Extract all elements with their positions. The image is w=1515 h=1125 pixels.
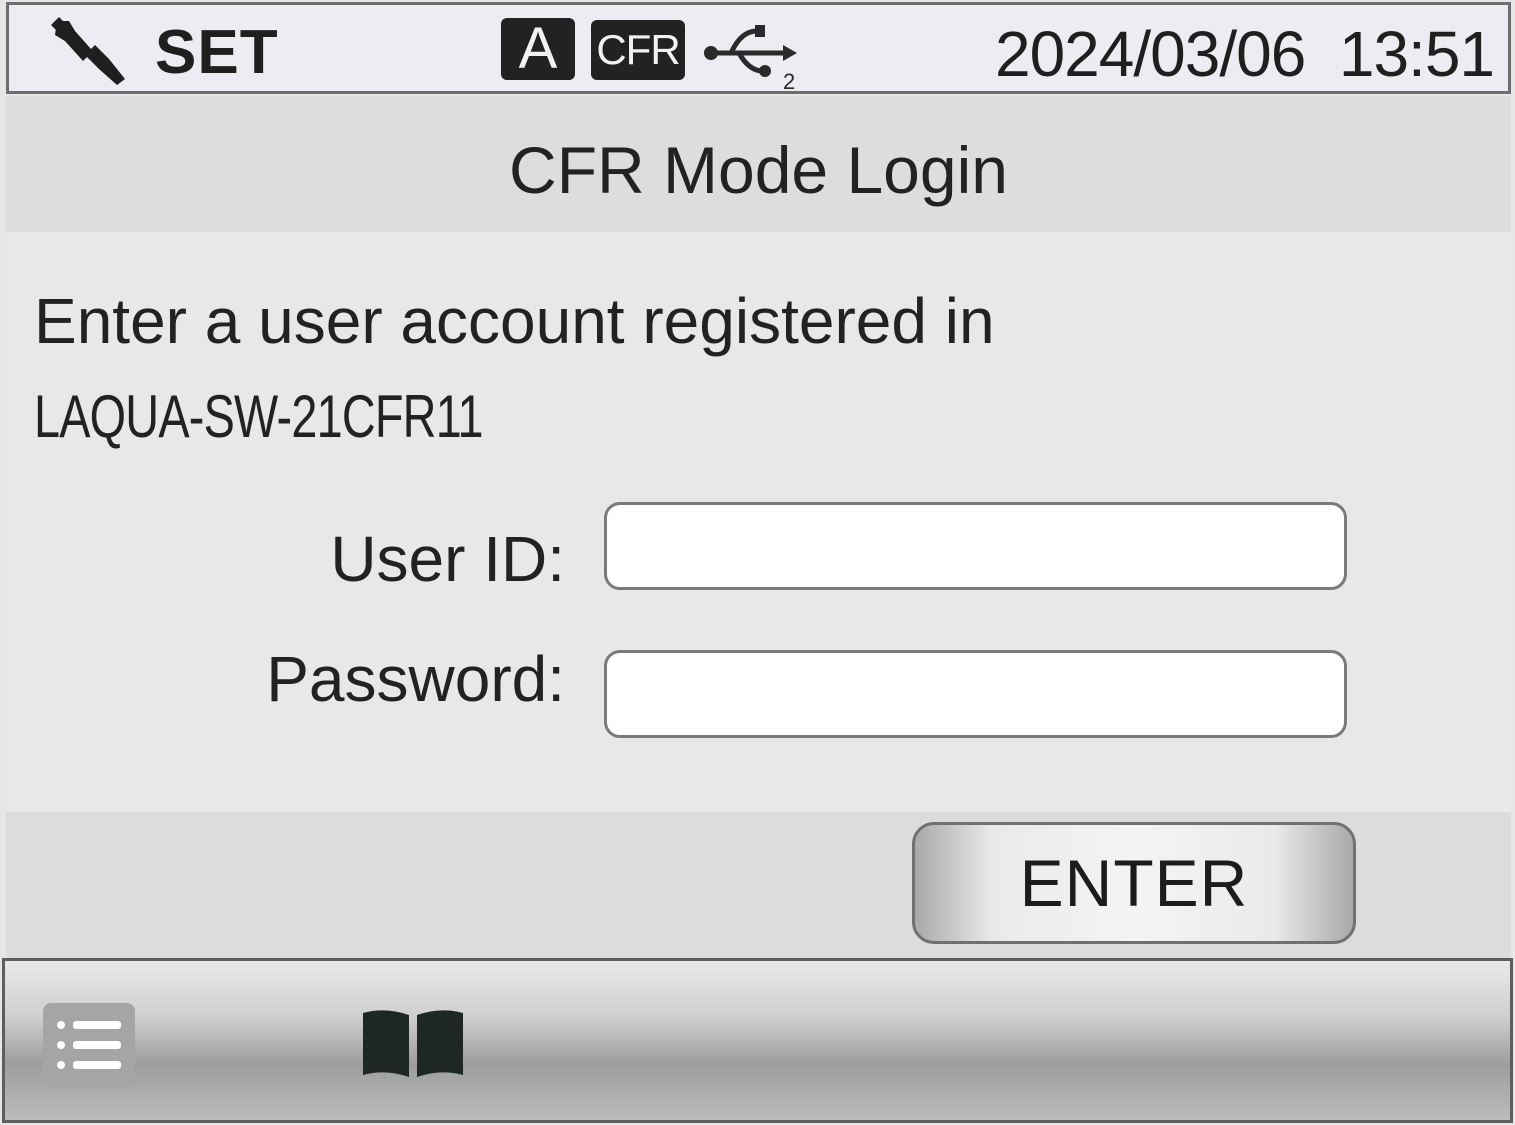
screen: SET A CFR 2 2024/03/06 13:51 CFR Mode Lo…: [0, 0, 1515, 1125]
action-band: ENTER: [6, 812, 1511, 958]
date-text: 2024/03/06: [994, 18, 1306, 90]
list-menu-icon: [57, 1021, 121, 1069]
bottom-toolbar: [2, 958, 1513, 1123]
manual-button[interactable]: [357, 1005, 469, 1085]
usb-port-number: 2: [783, 69, 795, 93]
instruction-text: Enter a user account registered in: [34, 285, 995, 357]
auto-mode-icon: A: [501, 18, 575, 80]
date-time: 2024/03/06 13:51: [994, 17, 1495, 91]
software-name: LAQUA-SW-21CFR11: [34, 383, 483, 450]
password-label: Password:: [266, 643, 565, 715]
user-id-input[interactable]: [604, 502, 1347, 590]
page-title: CFR Mode Login: [509, 133, 1008, 207]
usb-icon: 2: [704, 25, 797, 93]
book-icon: [363, 1010, 463, 1077]
cfr-mode-icon: CFR: [591, 20, 685, 80]
user-id-label: User ID:: [330, 523, 565, 595]
menu-button[interactable]: [43, 1003, 135, 1087]
password-input[interactable]: [604, 650, 1347, 738]
title-band: CFR Mode Login: [6, 96, 1511, 232]
wrench-icon: [51, 17, 125, 85]
mode-label: SET: [155, 18, 279, 87]
status-bar: SET A CFR 2 2024/03/06 13:51: [6, 2, 1511, 94]
login-form: Enter a user account registered in LAQUA…: [6, 232, 1511, 812]
enter-button[interactable]: ENTER: [912, 822, 1356, 944]
time-text: 13:51: [1338, 18, 1495, 90]
